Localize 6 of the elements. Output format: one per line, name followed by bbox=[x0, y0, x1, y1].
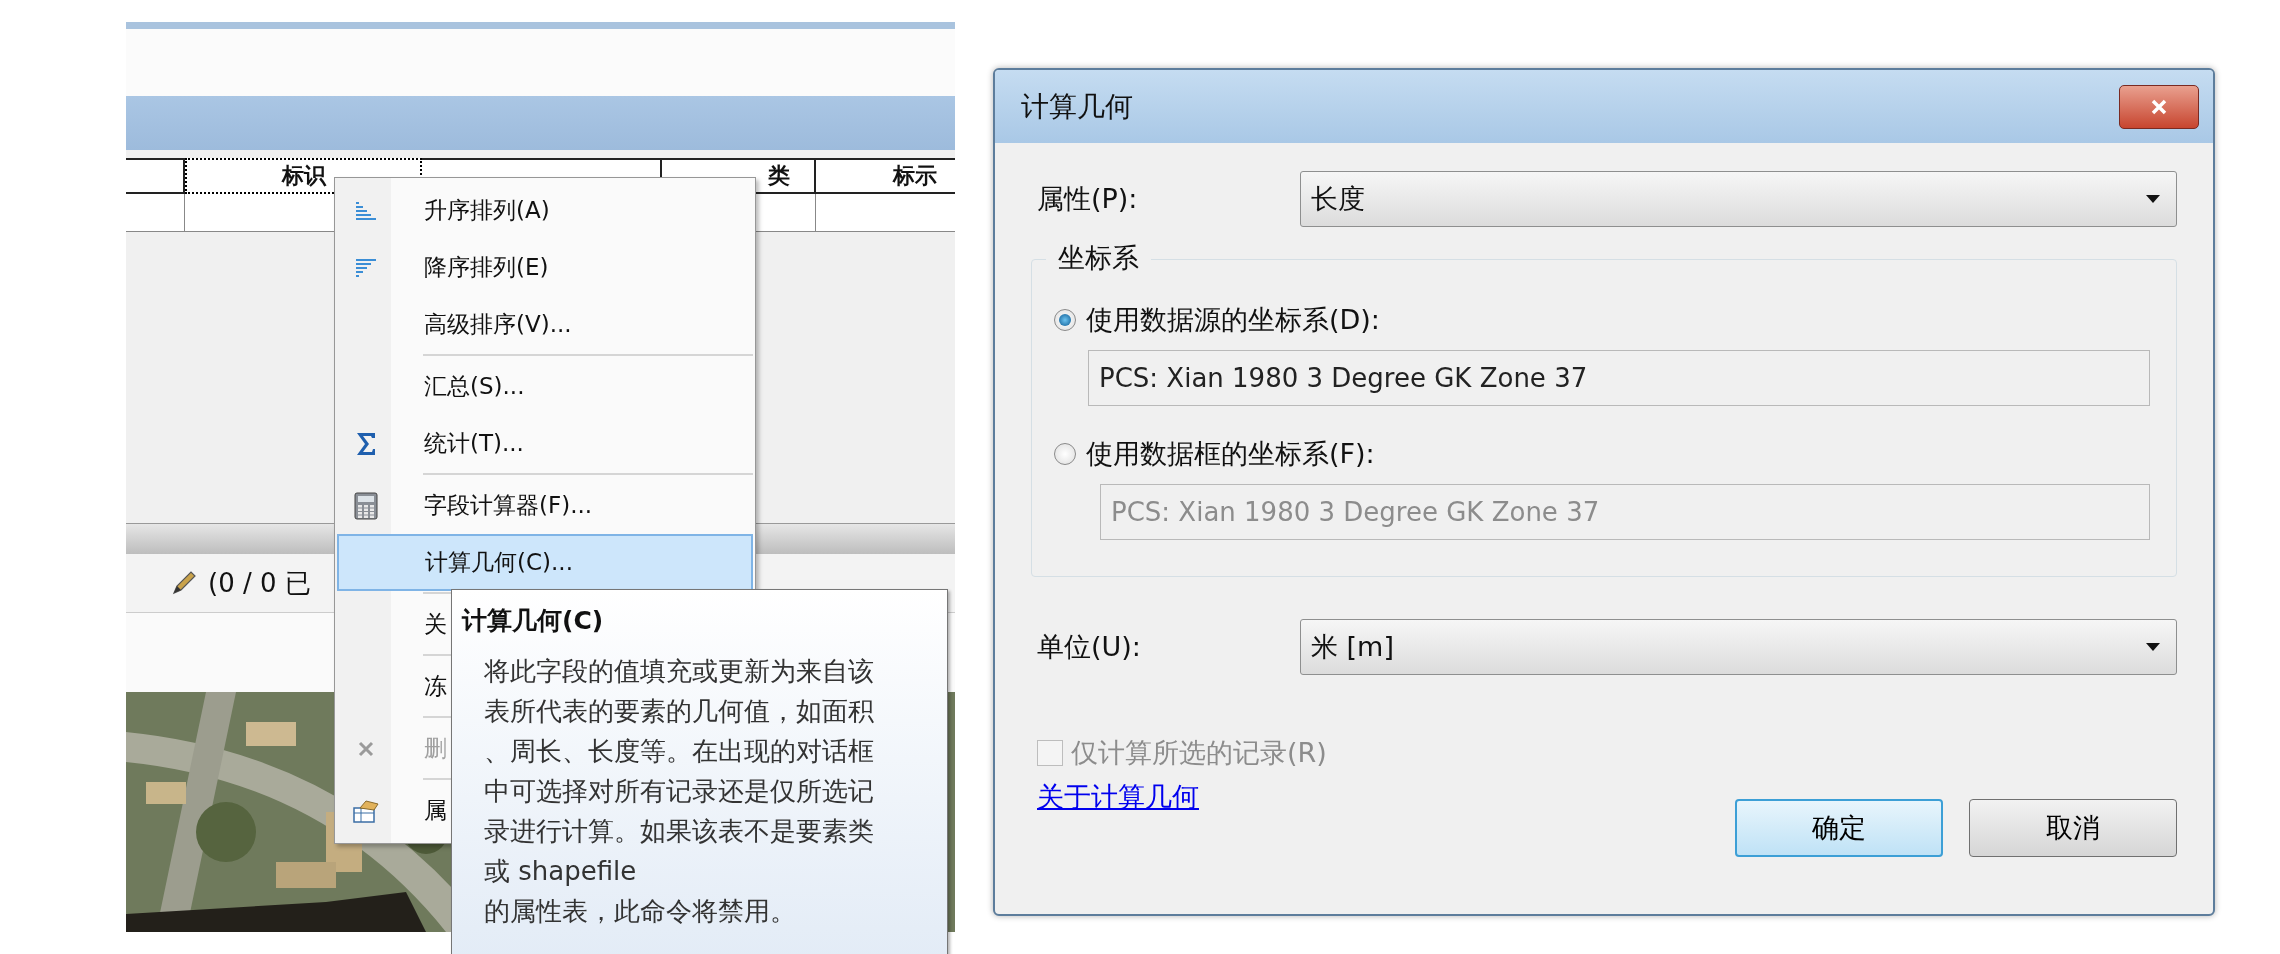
tooltip-text: 将此字段的值填充或更新为来自该表所代表的要素的几何值，如面积、周长、长度等。在出现的对话框中可选择对所有记录还是仅所选记录进行计算。如果该表不是要素类或 shapefile 的属性表，此命令将禁用。 bbox=[484, 655, 875, 928]
field-label: 属性(P): bbox=[1037, 182, 1139, 216]
field-label: 单位(U): bbox=[1037, 630, 1142, 664]
selection-count: (0 / 0 已 bbox=[208, 566, 311, 600]
tooltip-title: 计算几何(C) bbox=[462, 605, 605, 637]
window-title: 计算几何 bbox=[1021, 88, 1133, 125]
